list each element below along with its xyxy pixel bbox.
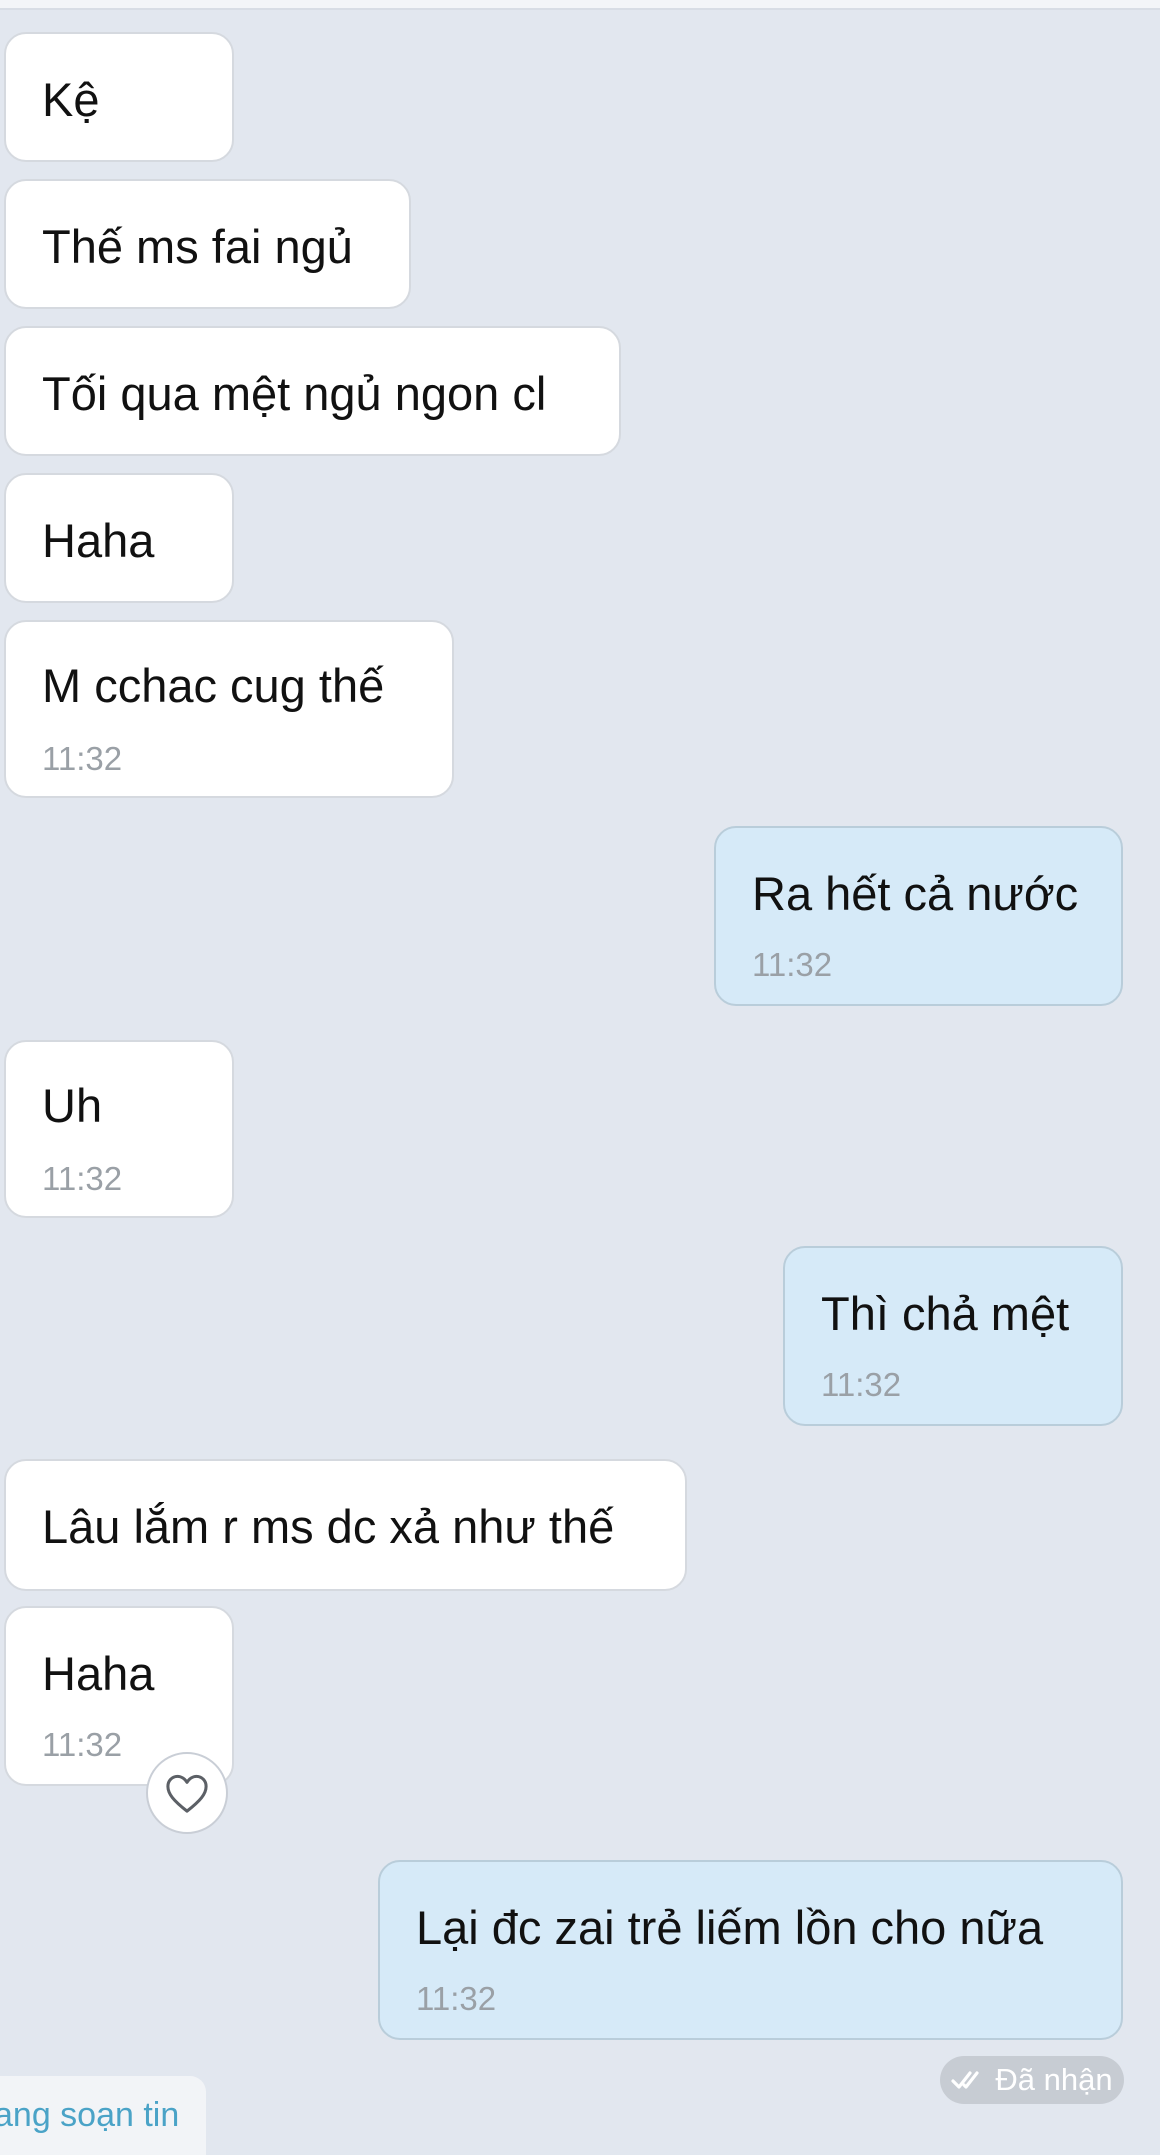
message-timestamp: 11:32 xyxy=(752,946,833,983)
message-text: M cchac cug thế xyxy=(42,659,385,712)
message-bubble-outgoing[interactable]: Lại đc zai trẻ liếm lồn cho nữa 11:32 xyxy=(378,1860,1123,2040)
message-bubble-incoming[interactable]: Uh 11:32 xyxy=(4,1040,234,1218)
message-bubble-incoming[interactable]: Haha xyxy=(4,473,234,603)
message-text: Haha xyxy=(42,514,155,567)
message-timestamp: 11:32 xyxy=(416,1980,497,2017)
message-timestamp: 11:32 xyxy=(42,1160,123,1197)
message-bubble-outgoing[interactable]: Ra hết cả nước 11:32 xyxy=(714,826,1123,1006)
message-text: Lâu lắm r ms dc xả như thế xyxy=(42,1500,615,1553)
message-bubble-incoming[interactable]: Thế ms fai ngủ xyxy=(4,179,411,309)
message-text: Thì chả mệt xyxy=(821,1287,1070,1340)
message-bubble-incoming[interactable]: Tối qua mệt ngủ ngon cl xyxy=(4,326,621,456)
message-text: Lại đc zai trẻ liếm lồn cho nữa xyxy=(416,1901,1044,1954)
top-divider xyxy=(0,0,1160,10)
message-timestamp: 11:32 xyxy=(821,1366,902,1403)
message-text: Thế ms fai ngủ xyxy=(42,220,353,273)
message-bubble-outgoing[interactable]: Thì chả mệt 11:32 xyxy=(783,1246,1123,1426)
message-text: Haha xyxy=(42,1647,155,1700)
message-text: Tối qua mệt ngủ ngon cl xyxy=(42,367,547,420)
delivery-status-badge: Đã nhận xyxy=(940,2056,1124,2104)
message-bubble-incoming[interactable]: M cchac cug thế 11:32 xyxy=(4,620,454,798)
message-text: Ra hết cả nước xyxy=(752,867,1079,920)
delivery-status-label: Đã nhận xyxy=(995,2062,1113,2097)
message-bubble-incoming[interactable]: Kệ xyxy=(4,32,234,162)
message-timestamp: 11:32 xyxy=(42,740,123,777)
heart-outline-icon xyxy=(166,1774,208,1813)
typing-status-text: ang soạn tin xyxy=(0,2096,180,2134)
message-timestamp: 11:32 xyxy=(42,1726,123,1763)
typing-indicator: ang soạn tin xyxy=(0,2076,206,2155)
double-check-icon xyxy=(951,2071,979,2089)
message-text: Kệ xyxy=(42,73,100,126)
message-bubble-incoming[interactable]: Lâu lắm r ms dc xả như thế xyxy=(4,1459,687,1591)
reaction-button[interactable] xyxy=(146,1752,228,1834)
message-text: Uh xyxy=(42,1079,103,1132)
